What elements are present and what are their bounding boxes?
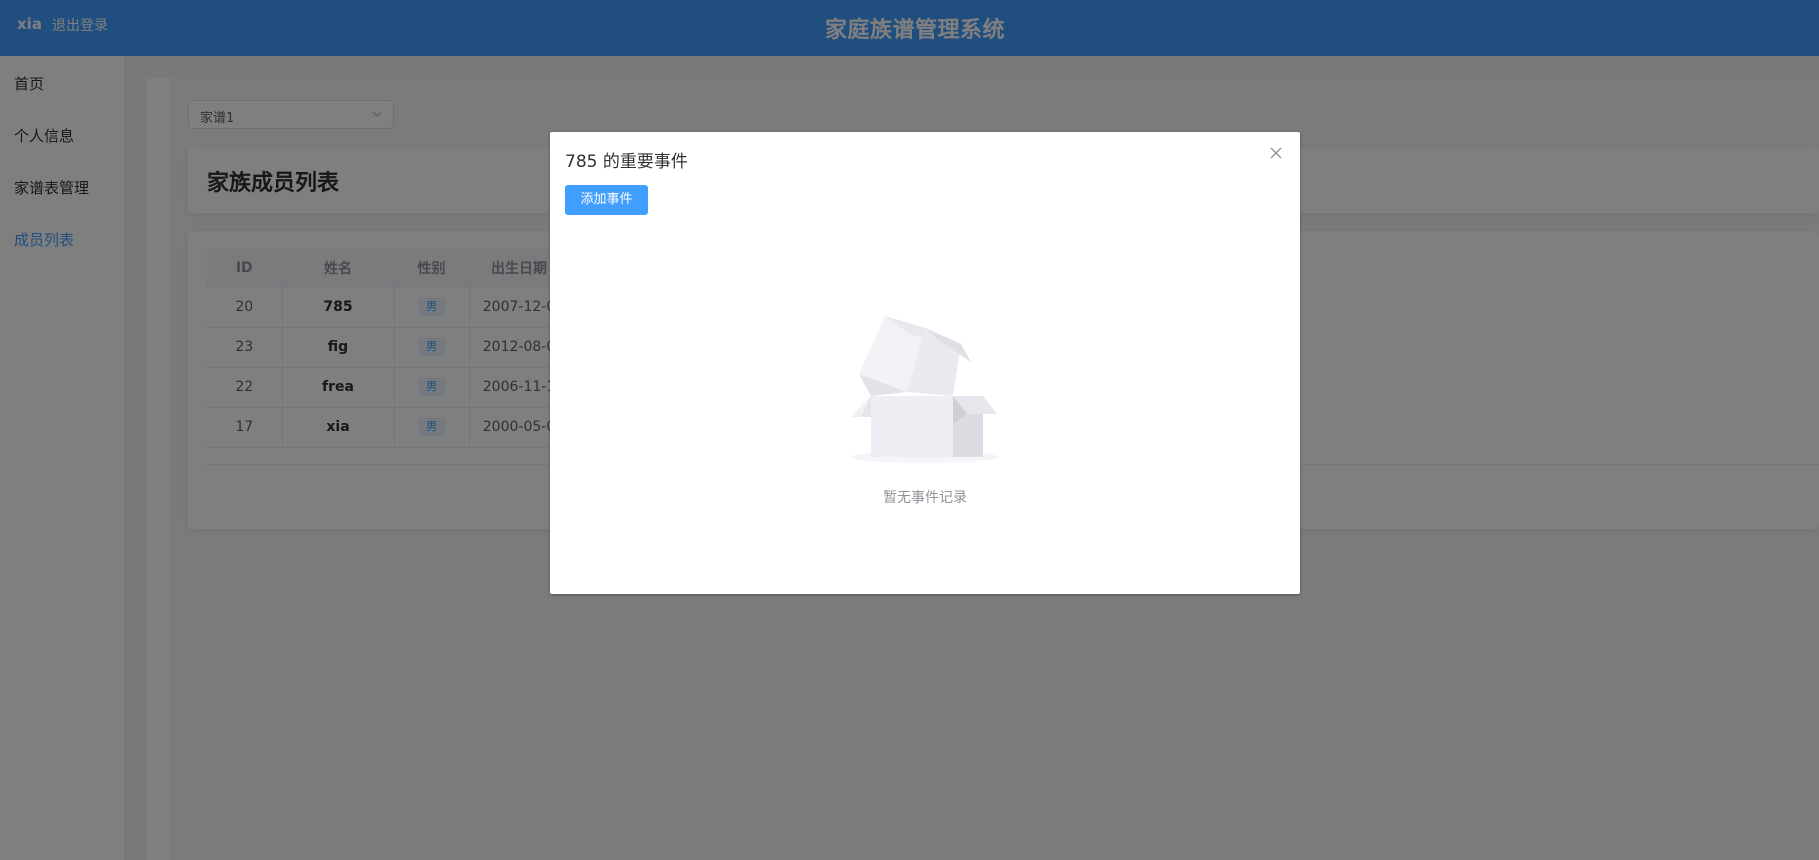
add-event-button[interactable]: 添加事件 [565,185,648,215]
dialog-title: 785 的重要事件 [565,152,688,172]
close-icon[interactable] [1269,146,1283,160]
empty-box-icon [851,316,999,463]
events-dialog: 785 的重要事件 添加事件 暂无事件记录 [550,132,1300,594]
empty-state-text: 暂无事件记录 [883,490,967,506]
